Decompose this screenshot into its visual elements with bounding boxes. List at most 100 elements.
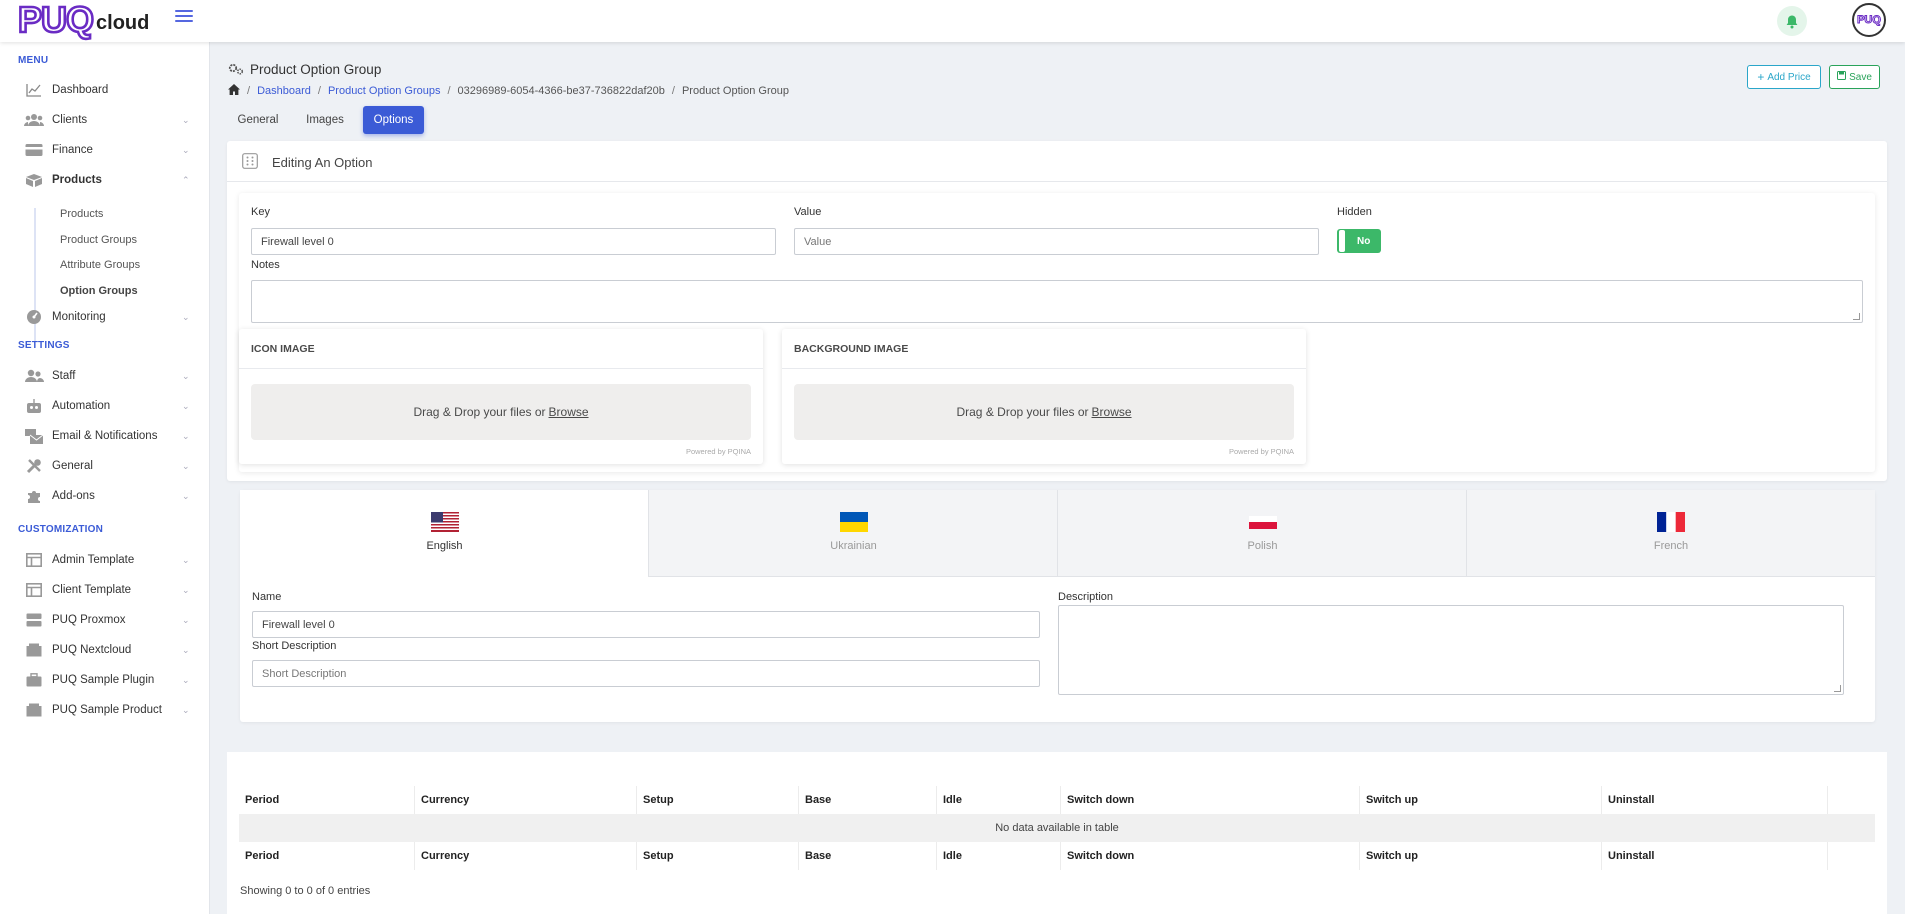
breadcrumb-dashboard[interactable]: Dashboard <box>257 85 311 97</box>
sidebar-item-finance[interactable]: Finance ⌄ <box>24 139 192 161</box>
us-flag-icon <box>430 512 459 532</box>
tab-options[interactable]: Options <box>363 106 424 134</box>
sidebar-item-products[interactable]: Products ⌃ <box>24 169 192 191</box>
layout-icon <box>24 552 44 568</box>
foot-setup: Setup <box>637 842 799 870</box>
user-avatar[interactable]: PUQ <box>1852 3 1886 37</box>
name-input[interactable]: Firewall level 0 <box>252 611 1040 638</box>
table-empty-row: No data available in table <box>239 814 1875 842</box>
tab-general[interactable]: General <box>236 106 280 134</box>
hidden-label: Hidden <box>1337 206 1372 218</box>
sidebar-subitem-attribute-groups[interactable]: Attribute Groups <box>60 259 140 271</box>
hidden-toggle[interactable]: No <box>1337 229 1381 253</box>
foot-period: Period <box>239 842 415 870</box>
breadcrumb-option-groups[interactable]: Product Option Groups <box>328 85 441 97</box>
powered-by[interactable]: Powered by PQINA <box>686 447 751 456</box>
col-currency[interactable]: Currency <box>415 786 637 814</box>
sidebar-item-admin-template[interactable]: Admin Template ⌄ <box>24 549 192 571</box>
sidebar-section-settings: SETTINGS <box>18 340 70 351</box>
browse-link[interactable]: Browse <box>1092 405 1132 419</box>
col-setup[interactable]: Setup <box>637 786 799 814</box>
sidebar-section-customization: CUSTOMIZATION <box>18 524 104 535</box>
background-image-dropzone[interactable]: Drag & Drop your files or Browse <box>794 384 1294 440</box>
mail-bulk-icon <box>24 428 44 444</box>
col-switch-down[interactable]: Switch down <box>1061 786 1360 814</box>
icon-image-dropzone[interactable]: Drag & Drop your files or Browse <box>251 384 751 440</box>
value-input[interactable]: Value <box>794 228 1319 255</box>
sidebar-item-staff[interactable]: Staff ⌄ <box>24 365 192 387</box>
sidebar-item-automation[interactable]: Automation ⌄ <box>24 395 192 417</box>
sidebar-label: Clients <box>52 114 88 126</box>
short-description-label: Short Description <box>252 640 337 652</box>
sidebar-item-puq-proxmox[interactable]: PUQ Proxmox ⌄ <box>24 609 192 631</box>
chevron-down-icon: ⌄ <box>182 461 190 471</box>
tools-icon <box>24 458 44 474</box>
lang-name: French <box>1653 540 1689 552</box>
home-icon[interactable] <box>228 84 240 98</box>
sidebar-item-clients[interactable]: Clients ⌄ <box>24 109 192 131</box>
notes-textarea[interactable] <box>251 280 1863 323</box>
grip-icon <box>242 153 258 172</box>
save-label: Save <box>1849 71 1872 83</box>
lang-tab-english[interactable]: English <box>240 490 649 577</box>
users-icon <box>24 112 44 128</box>
chevron-down-icon: ⌄ <box>182 145 190 155</box>
background-image-card: BACKGROUND IMAGE Drag & Drop your files … <box>782 329 1306 464</box>
sidebar-item-general[interactable]: General ⌄ <box>24 455 192 477</box>
col-uninstall[interactable]: Uninstall <box>1602 786 1828 814</box>
col-switch-up[interactable]: Switch up <box>1360 786 1602 814</box>
chevron-down-icon: ⌄ <box>182 705 190 715</box>
sidebar-item-puq-sample-plugin[interactable]: PUQ Sample Plugin ⌄ <box>24 669 192 691</box>
chevron-down-icon: ⌄ <box>182 615 190 625</box>
price-table-card: Period Currency Setup Base Idle Switch d… <box>227 752 1887 914</box>
chevron-down-icon: ⌄ <box>182 675 190 685</box>
resize-handle[interactable] <box>1853 313 1860 320</box>
sidebar-item-puq-nextcloud[interactable]: PUQ Nextcloud ⌄ <box>24 639 192 661</box>
sidebar-subitem-product-groups[interactable]: Product Groups <box>60 234 137 246</box>
lang-tab-french[interactable]: French <box>1467 490 1875 577</box>
col-idle[interactable]: Idle <box>937 786 1061 814</box>
sidebar-label: Dashboard <box>52 84 109 96</box>
chevron-down-icon: ⌄ <box>182 555 190 565</box>
resize-handle[interactable] <box>1834 685 1841 692</box>
sidebar-item-puq-sample-product[interactable]: PUQ Sample Product ⌄ <box>24 699 192 721</box>
sidebar-item-client-template[interactable]: Client Template ⌄ <box>24 579 192 601</box>
sidebar-label: PUQ Sample Plugin <box>52 674 155 686</box>
description-textarea[interactable] <box>1058 605 1844 695</box>
key-input[interactable]: Firewall level 0 <box>251 228 776 255</box>
save-button[interactable]: Save <box>1829 65 1880 89</box>
sidebar-item-monitoring[interactable]: Monitoring ⌄ <box>24 306 192 328</box>
sidebar-item-email-notifications[interactable]: Email & Notifications ⌄ <box>24 425 192 447</box>
table-info: Showing 0 to 0 of 0 entries <box>240 885 371 897</box>
tab-images[interactable]: Images <box>302 106 348 134</box>
chevron-down-icon: ⌄ <box>182 401 190 411</box>
notifications-bell-icon[interactable] <box>1777 6 1807 36</box>
sidebar-subitem-products[interactable]: Products <box>60 208 103 220</box>
chart-line-icon <box>24 82 44 98</box>
lang-tab-ukrainian[interactable]: Ukrainian <box>649 490 1058 577</box>
sidebar-item-addons[interactable]: Add-ons ⌄ <box>24 485 192 507</box>
description-label: Description <box>1058 591 1114 603</box>
chevron-down-icon: ⌄ <box>182 115 190 125</box>
lang-tab-polish[interactable]: Polish <box>1058 490 1467 577</box>
app-logo[interactable]: PUQ cloud <box>17 0 150 39</box>
add-price-button[interactable]: + Add Price <box>1747 65 1821 89</box>
short-description-input[interactable]: Short Description <box>252 660 1040 687</box>
key-label: Key <box>251 206 270 218</box>
breadcrumb: / Dashboard / Product Option Groups / 03… <box>228 84 789 98</box>
menu-toggle-icon[interactable] <box>175 10 193 24</box>
top-bar: PUQ cloud PUQ <box>0 0 1905 42</box>
col-base[interactable]: Base <box>799 786 937 814</box>
pl-flag-icon <box>1248 512 1277 532</box>
avatar-text: PUQ <box>1857 14 1882 27</box>
sidebar-label: Client Template <box>52 584 132 596</box>
col-period[interactable]: Period <box>239 786 415 814</box>
table-header: Period Currency Setup Base Idle Switch d… <box>239 786 1875 814</box>
drop-text: Drag & Drop your files or <box>413 405 546 419</box>
lang-name: Ukrainian <box>830 540 877 552</box>
foot-uninstall: Uninstall <box>1602 842 1828 870</box>
powered-by[interactable]: Powered by PQINA <box>1229 447 1294 456</box>
sidebar-subitem-option-groups[interactable]: Option Groups <box>60 285 138 297</box>
sidebar-item-dashboard[interactable]: Dashboard <box>24 79 192 101</box>
browse-link[interactable]: Browse <box>549 405 589 419</box>
